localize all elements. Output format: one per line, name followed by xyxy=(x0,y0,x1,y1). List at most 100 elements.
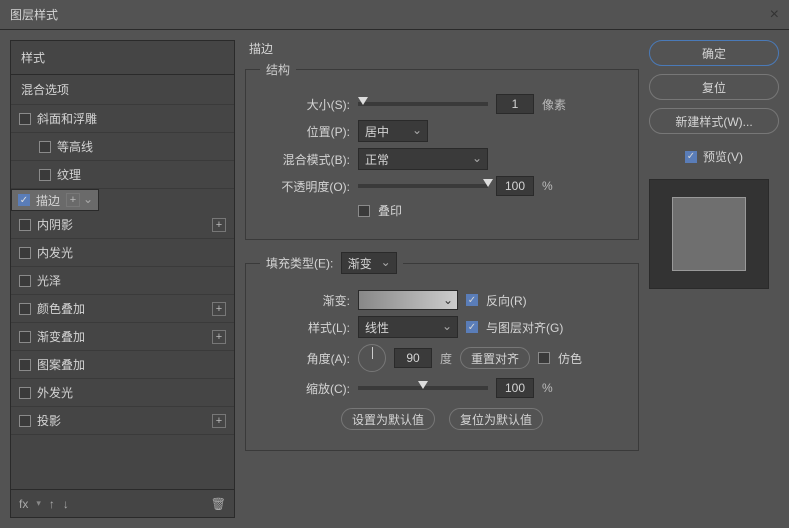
gradient-label: 渐变: xyxy=(260,292,350,309)
ok-button[interactable]: 确定 xyxy=(649,40,779,66)
dither-checkbox[interactable] xyxy=(538,352,550,364)
scale-unit: % xyxy=(542,381,553,395)
dialog-title: 图层样式 xyxy=(10,6,58,23)
preview-label: 预览(V) xyxy=(703,148,743,165)
style-checkbox[interactable] xyxy=(19,247,31,259)
add-instance-icon[interactable]: + xyxy=(66,193,80,207)
opacity-label: 不透明度(O): xyxy=(260,178,350,195)
size-input[interactable]: 1 xyxy=(496,94,534,114)
angle-input[interactable]: 90 xyxy=(394,348,432,368)
cancel-button[interactable]: 复位 xyxy=(649,74,779,100)
styles-panel: 样式 混合选项 斜面和浮雕等高线纹理✓描边+内阴影+内发光光泽颜色叠加+渐变叠加… xyxy=(10,40,235,518)
fill-fieldset: 填充类型(E): 渐变 渐变: ✓ 反向(R) 样式(L): 线性 ✓ 与图层对… xyxy=(245,252,639,451)
angle-label: 角度(A): xyxy=(260,350,350,367)
size-slider[interactable] xyxy=(358,102,488,106)
style-checkbox[interactable] xyxy=(19,331,31,343)
style-checkbox[interactable] xyxy=(39,169,51,181)
settings-panel: 描边 结构 大小(S): 1 像素 位置(P): 居中 混合模式(B): 正常 … xyxy=(245,40,639,518)
style-select[interactable]: 线性 xyxy=(358,316,458,338)
scale-label: 缩放(C): xyxy=(260,380,350,397)
blend-label: 混合模式(B): xyxy=(260,151,350,168)
angle-dial[interactable] xyxy=(358,344,386,372)
fx-icon[interactable]: fx xyxy=(19,497,28,511)
add-instance-icon[interactable]: + xyxy=(212,218,226,232)
fill-type-select[interactable]: 渐变 xyxy=(341,252,397,274)
position-label: 位置(P): xyxy=(260,123,350,140)
style-label: 外发光 xyxy=(37,384,226,401)
style-label: 斜面和浮雕 xyxy=(37,110,226,127)
reverse-label: 反向(R) xyxy=(486,292,527,309)
opacity-input[interactable]: 100 xyxy=(496,176,534,196)
style-checkbox[interactable] xyxy=(39,141,51,153)
style-checkbox[interactable] xyxy=(19,359,31,371)
fill-type-label: 填充类型(E): xyxy=(266,257,333,271)
dither-label: 仿色 xyxy=(558,350,582,367)
overprint-checkbox[interactable] xyxy=(358,205,370,217)
style-row-1[interactable]: 等高线 xyxy=(11,133,234,161)
scale-input[interactable]: 100 xyxy=(496,378,534,398)
reverse-checkbox[interactable]: ✓ xyxy=(466,294,478,306)
style-checkbox[interactable] xyxy=(19,303,31,315)
fill-legend: 填充类型(E): 渐变 xyxy=(260,252,403,274)
style-label: 纹理 xyxy=(57,166,226,183)
align-label: 与图层对齐(G) xyxy=(486,319,563,336)
move-up-icon[interactable]: ↑ xyxy=(49,497,55,511)
style-label: 内阴影 xyxy=(37,216,206,233)
style-row-7[interactable]: 颜色叠加 + xyxy=(11,295,234,323)
style-checkbox[interactable] xyxy=(19,113,31,125)
fx-menu-icon[interactable]: ▾ xyxy=(36,498,41,509)
style-checkbox[interactable]: ✓ xyxy=(18,194,30,206)
style-label: 等高线 xyxy=(57,138,226,155)
opacity-unit: % xyxy=(542,179,553,193)
style-checkbox[interactable] xyxy=(19,219,31,231)
style-label: 光泽 xyxy=(37,272,226,289)
style-label: 颜色叠加 xyxy=(37,300,206,317)
style-checkbox[interactable] xyxy=(19,275,31,287)
align-checkbox[interactable]: ✓ xyxy=(466,321,478,333)
gradient-picker[interactable] xyxy=(358,290,458,310)
structure-fieldset: 结构 大小(S): 1 像素 位置(P): 居中 混合模式(B): 正常 不透明… xyxy=(245,61,639,240)
style-row-11[interactable]: 投影 + xyxy=(11,407,234,435)
style-label: 样式(L): xyxy=(260,319,350,336)
action-panel: 确定 复位 新建样式(W)... ✓ 预览(V) xyxy=(649,40,779,518)
add-instance-icon[interactable]: + xyxy=(212,414,226,428)
scale-slider[interactable] xyxy=(358,386,488,390)
new-style-button[interactable]: 新建样式(W)... xyxy=(649,108,779,134)
structure-legend: 结构 xyxy=(260,61,296,78)
style-checkbox[interactable] xyxy=(19,387,31,399)
style-row-8[interactable]: 渐变叠加 + xyxy=(11,323,234,351)
add-instance-icon[interactable]: + xyxy=(212,330,226,344)
styles-header: 样式 xyxy=(11,41,234,75)
style-label: 渐变叠加 xyxy=(37,328,206,345)
preview-thumbnail xyxy=(649,179,769,289)
style-label: 描边 xyxy=(36,192,60,209)
size-label: 大小(S): xyxy=(260,96,350,113)
blend-select[interactable]: 正常 xyxy=(358,148,488,170)
opacity-slider[interactable] xyxy=(358,184,488,188)
preview-checkbox[interactable]: ✓ xyxy=(685,151,697,163)
reset-align-button[interactable]: 重置对齐 xyxy=(460,347,530,369)
position-select[interactable]: 居中 xyxy=(358,120,428,142)
close-icon[interactable]: × xyxy=(770,6,779,24)
add-instance-icon[interactable]: + xyxy=(212,302,226,316)
group-title: 描边 xyxy=(249,40,639,57)
style-row-5[interactable]: 内发光 xyxy=(11,239,234,267)
move-down-icon[interactable]: ↓ xyxy=(63,497,69,511)
angle-unit: 度 xyxy=(440,350,452,367)
size-unit: 像素 xyxy=(542,96,566,113)
overprint-label: 叠印 xyxy=(378,202,402,219)
reset-default-button[interactable]: 复位为默认值 xyxy=(449,408,543,430)
style-checkbox[interactable] xyxy=(19,415,31,427)
style-row-4[interactable]: 内阴影 + xyxy=(11,211,234,239)
style-label: 投影 xyxy=(37,412,206,429)
style-row-10[interactable]: 外发光 xyxy=(11,379,234,407)
style-row-2[interactable]: 纹理 xyxy=(11,161,234,189)
style-row-9[interactable]: 图案叠加 xyxy=(11,351,234,379)
style-label: 图案叠加 xyxy=(37,356,226,373)
set-default-button[interactable]: 设置为默认值 xyxy=(341,408,435,430)
style-row-0[interactable]: 斜面和浮雕 xyxy=(11,105,234,133)
style-row-3[interactable]: ✓ 描边 + xyxy=(11,189,99,211)
trash-icon[interactable]: 🗑 xyxy=(211,497,226,511)
blend-options-row[interactable]: 混合选项 xyxy=(11,75,234,105)
style-row-6[interactable]: 光泽 xyxy=(11,267,234,295)
